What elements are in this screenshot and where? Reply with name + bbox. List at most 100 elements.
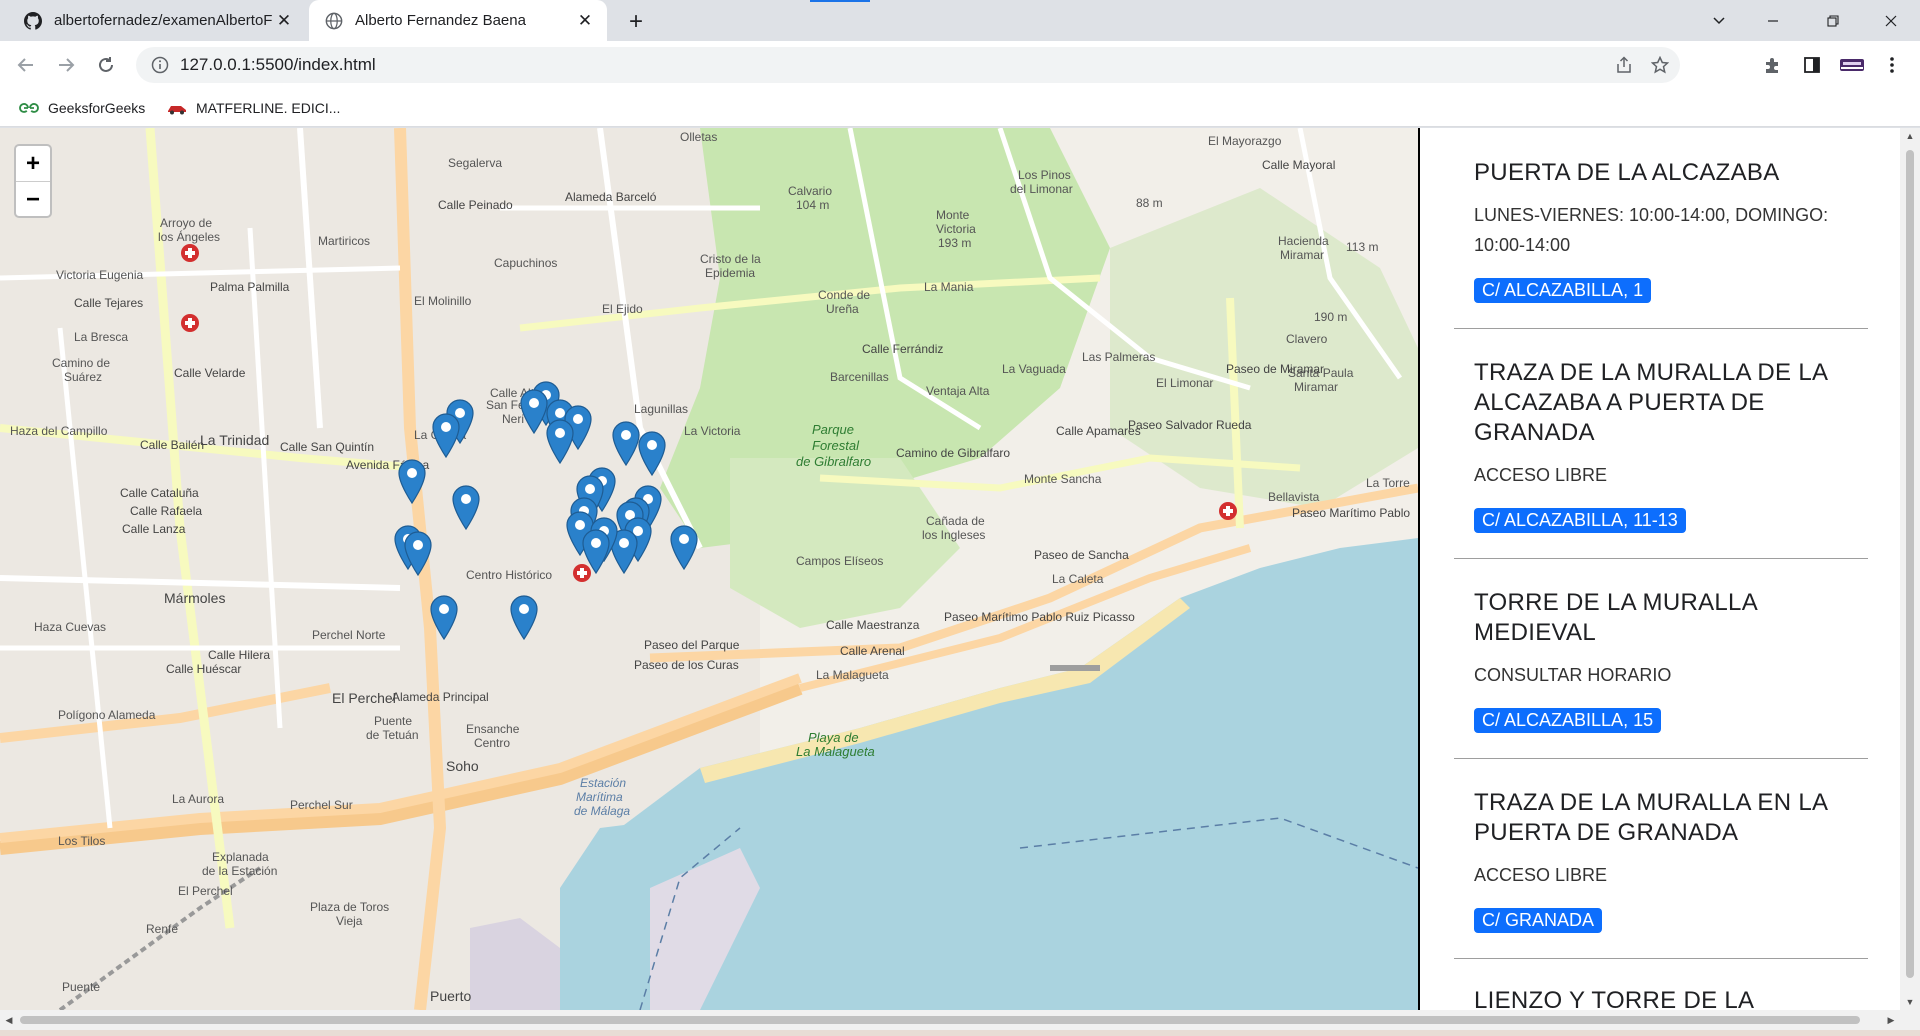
scroll-thumb[interactable] <box>1906 150 1914 978</box>
site-info-icon[interactable] <box>150 55 170 75</box>
map-marker-icon[interactable] <box>669 524 699 570</box>
map-label: La Aurora <box>172 792 225 806</box>
bookmark-label: MATFERLINE. EDICI... <box>196 100 341 116</box>
map-label: Calle Velarde <box>174 366 246 380</box>
monument-name: TRAZA DE LA MURALLA DE LA ALCAZABA A PUE… <box>1474 359 1827 446</box>
monument-card[interactable]: LIENZO Y TORRE DE LA <box>1454 986 1868 1010</box>
map-label: Calle Rafaela <box>130 504 203 518</box>
share-icon[interactable] <box>1608 49 1640 81</box>
map-label: Camino de <box>52 356 111 370</box>
monument-schedule: ACCESO LIBRE <box>1474 865 1608 885</box>
zoom-in-button[interactable]: + <box>16 146 50 182</box>
zoom-out-button[interactable]: − <box>16 182 50 217</box>
address-badge: C/ ALCAZABILLA, 1 <box>1474 278 1652 303</box>
scroll-up-icon[interactable]: ▲ <box>1900 128 1920 144</box>
map-label: El Mayorazgo <box>1208 134 1282 148</box>
url-text[interactable]: 127.0.0.1:5500/index.html <box>180 55 1608 75</box>
monument-card[interactable]: TRAZA DE LA MURALLA DE LA ALCAZABA A PUE… <box>1454 358 1868 559</box>
address-bar[interactable]: 127.0.0.1:5500/index.html <box>136 47 1680 83</box>
map-marker-icon[interactable] <box>545 418 575 464</box>
car-icon <box>166 101 188 115</box>
side-panel-icon[interactable] <box>1796 49 1828 81</box>
map-label: Bellavista <box>1268 490 1320 504</box>
bookmark-star-icon[interactable] <box>1644 49 1676 81</box>
tab-github[interactable]: albertofernadez/examenAlbertoF ✕ <box>8 0 306 41</box>
map-label: Vieja <box>336 914 363 928</box>
tab-search-indicator <box>810 0 870 2</box>
map-label: Capuchinos <box>494 256 558 270</box>
scroll-thumb[interactable] <box>20 1016 1860 1024</box>
browser-toolbar: 127.0.0.1:5500/index.html <box>0 41 1920 89</box>
map-marker-icon[interactable] <box>431 412 461 458</box>
map-label: Plaza de Toros <box>310 900 390 914</box>
tab-search-button[interactable] <box>1694 0 1744 41</box>
github-icon <box>24 11 42 30</box>
menu-kebab-icon[interactable] <box>1876 49 1908 81</box>
map-label: Haza Cuevas <box>34 620 107 634</box>
close-tab-icon[interactable]: ✕ <box>573 9 597 33</box>
monument-schedule: ACCESO LIBRE <box>1474 465 1608 485</box>
map-label: La Mania <box>924 280 974 294</box>
map-label: Monte Sancha <box>1024 472 1102 486</box>
address-badge: C/ ALCAZABILLA, 15 <box>1474 708 1662 733</box>
map-label: Los Pinos <box>1018 168 1071 182</box>
tab-active[interactable]: Alberto Fernandez Baena ✕ <box>309 0 607 41</box>
map-marker-icon[interactable] <box>637 430 667 476</box>
map-label: La Malagueta <box>796 744 875 759</box>
monument-card[interactable]: TRAZA DE LA MURALLA EN LA PUERTA DE GRAN… <box>1454 788 1868 959</box>
reload-icon <box>99 57 113 72</box>
map-label: El Molinillo <box>414 294 472 308</box>
map-label: 104 m <box>796 198 830 212</box>
close-tab-icon[interactable]: ✕ <box>272 9 296 33</box>
map-label: La Torre <box>1366 476 1410 490</box>
restore-button[interactable] <box>1804 0 1862 41</box>
map-label: Marítima <box>576 790 623 804</box>
monument-name: TRAZA DE LA MURALLA EN LA PUERTA DE GRAN… <box>1474 789 1827 846</box>
monument-card[interactable]: TORRE DE LA MURALLA MEDIEVAL CONSULTAR H… <box>1454 588 1868 759</box>
minimize-button[interactable] <box>1744 0 1802 41</box>
map-label: Camino de Gibralfaro <box>896 446 1011 460</box>
back-button[interactable] <box>10 49 42 81</box>
map-label: del Limonar <box>1010 182 1073 196</box>
map-marker-icon[interactable] <box>509 594 539 640</box>
map-label: Lagunillas <box>634 402 689 416</box>
map-view[interactable]: Segalerva Olletas Calle Peinado Alameda … <box>0 128 1418 1010</box>
map-label: Paseo de los Curas <box>634 658 739 672</box>
map-label: Playa de <box>808 730 859 745</box>
map-label: 88 m <box>1136 196 1163 210</box>
bookmark-matferline[interactable]: MATFERLINE. EDICI... <box>166 95 340 121</box>
bookmark-geeksforgeeks[interactable]: GeeksforGeeks <box>18 95 145 121</box>
map-label: Hacienda <box>1278 234 1329 248</box>
map-marker-icon[interactable] <box>429 594 459 640</box>
scroll-left-icon[interactable]: ◀ <box>0 1010 18 1030</box>
close-window-button[interactable] <box>1862 0 1920 41</box>
map-label: Ventaja Alta <box>926 384 990 398</box>
monument-name: TORRE DE LA MURALLA MEDIEVAL <box>1474 589 1757 646</box>
horizontal-scrollbar[interactable]: ◀ ▶ <box>0 1010 1920 1030</box>
map-label: Clavero <box>1286 332 1328 346</box>
extensions-icon[interactable] <box>1756 49 1788 81</box>
map-label: Forestal <box>812 438 859 453</box>
map-marker-icon[interactable] <box>397 458 427 504</box>
bookmark-label: GeeksforGeeks <box>48 100 146 116</box>
forward-arrow-icon <box>59 58 75 72</box>
scroll-right-icon[interactable]: ▶ <box>1882 1010 1900 1030</box>
map-label: Haza del Campillo <box>10 424 108 438</box>
map-label: Mármoles <box>164 590 226 606</box>
new-tab-button[interactable]: + <box>622 8 650 36</box>
map-label: Paseo Marítimo Pablo <box>1292 506 1411 520</box>
profile-avatar[interactable] <box>1836 49 1868 81</box>
map-label: los Ángeles <box>158 230 221 244</box>
reload-button[interactable] <box>90 49 122 81</box>
forward-button[interactable] <box>50 49 82 81</box>
vertical-scrollbar[interactable]: ▲ ▼ <box>1900 128 1920 1010</box>
monument-card[interactable]: PUERTA DE LA ALCAZABA LUNES-VIERNES: 10:… <box>1454 158 1868 329</box>
map-label: Miramar <box>1294 380 1338 394</box>
map-marker-icon[interactable] <box>581 528 611 574</box>
map-marker-icon[interactable] <box>451 484 481 530</box>
map-label: Renfe <box>146 922 179 936</box>
scroll-down-icon[interactable]: ▼ <box>1900 994 1920 1010</box>
map-marker-icon[interactable] <box>403 530 433 576</box>
map-label: Olletas <box>680 130 718 144</box>
map-label: Perchel Norte <box>312 628 386 642</box>
